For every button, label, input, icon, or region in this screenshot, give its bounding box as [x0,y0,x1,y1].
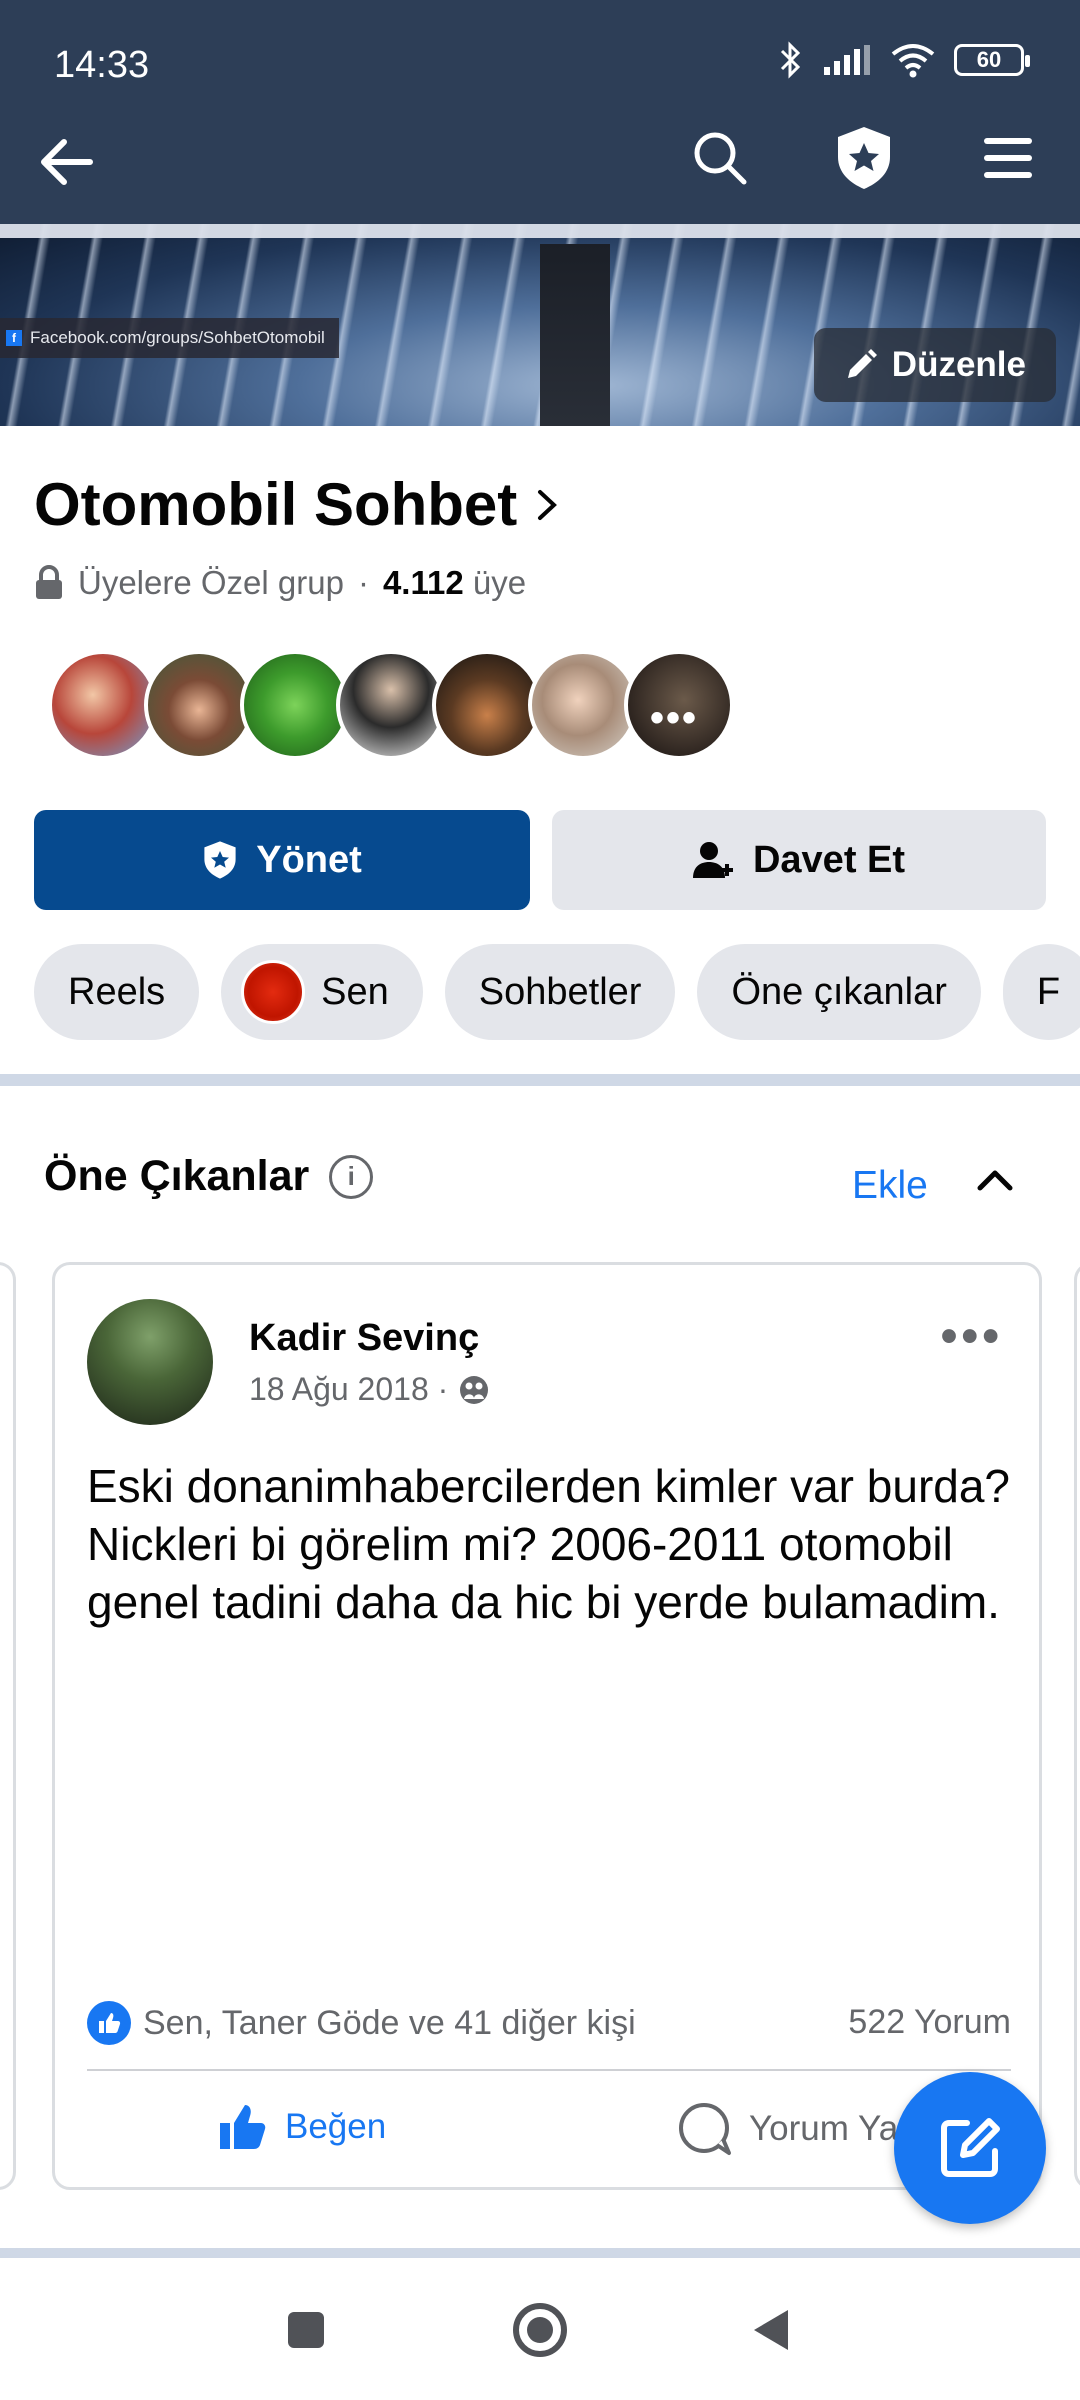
bluetooth-icon [780,41,801,79]
comment-button[interactable]: Yorum Ya [677,2101,898,2157]
next-card-edge[interactable] [1074,1262,1080,2190]
like-badge-icon [87,2001,131,2045]
tab-you[interactable]: Sen [221,944,423,1040]
post-author-name[interactable]: Kadir Sevinç [249,1317,479,1360]
like-button[interactable]: Beğen [215,2101,386,2153]
avatar [48,650,158,760]
admin-tools-button[interactable] [832,126,896,190]
system-navigation-bar [0,2258,1080,2400]
square-icon [288,2312,324,2348]
avatar [528,650,638,760]
group-meta: Üyelere Özel grup · 4.112 üye [34,564,526,602]
manage-button[interactable]: Yönet [34,810,530,910]
comment-icon [679,2103,731,2155]
recent-apps-button[interactable] [282,2306,330,2354]
chevron-right-icon [538,489,558,520]
post-date: 18 Ağu 2018 · [249,1371,490,1408]
more-options-icon[interactable]: ••• [941,1309,1003,1364]
edit-cover-label: Düzenle [891,345,1026,384]
facebook-logo-icon: f [6,330,22,346]
signal-icon [824,45,870,75]
post-text: Eski donanimhabercilerden kimler var bur… [87,1460,1011,1628]
highlights-add-button[interactable]: Ekle [852,1164,928,1208]
thumbs-up-icon [220,2105,266,2149]
invite-button[interactable]: Davet Et [552,810,1046,910]
circle-icon [513,2303,567,2357]
collapse-button[interactable] [970,1150,1020,1210]
group-name: Otomobil Sohbet [34,471,518,538]
member-word: üye [472,564,527,601]
meta-separator: · [357,564,369,601]
tab-chats[interactable]: Sohbetler [444,944,676,1040]
triangle-back-icon [754,2310,788,2350]
cover-road-graphic [540,244,610,426]
back-button[interactable] [34,130,98,194]
bottom-divider [0,2248,1080,2258]
tab-label: Reels [68,970,166,1013]
member-count: 4.112 [382,564,464,601]
more-members-avatar: ••• [624,650,734,760]
post-divider [87,2069,1011,2071]
member-avatars[interactable]: ••• [48,650,734,760]
search-button[interactable] [688,126,752,190]
arrow-left-icon [41,139,93,185]
tab-label: Sen [321,970,389,1013]
pencil-icon [847,349,877,378]
tab-reels[interactable]: Reels [34,944,200,1040]
tab-featured[interactable]: Öne çıkanlar [697,944,981,1040]
like-label: Beğen [285,2107,387,2146]
comment-count[interactable]: 522 Yorum [848,2003,1011,2042]
status-icons: 60 [778,40,1030,80]
lock-icon [36,565,62,599]
group-name-link[interactable]: Otomobil Sohbet [34,470,559,539]
invite-label: Davet Et [752,838,906,881]
group-cover-photo: f Facebook.com/groups/SohbetOtomobil Düz… [0,224,1080,426]
profile-avatar [241,960,306,1024]
more-icon: ••• [650,696,699,740]
group-tabs: Reels Sen Sohbetler Öne çıkanlar F [34,944,1080,1040]
edit-cover-button[interactable]: Düzenle [813,328,1056,402]
avatar [336,650,446,760]
manage-label: Yönet [256,838,362,881]
post-reactions[interactable]: Sen, Taner Göde ve 41 diğer kişi [87,2001,636,2045]
group-privacy: Üyelere Özel grup [78,564,344,601]
menu-icon [984,138,1032,178]
shield-star-icon [204,841,236,879]
tab-more[interactable]: F [1002,944,1080,1040]
post-date-text: 18 Ağu 2018 · [249,1371,449,1407]
avatar [432,650,542,760]
group-audience-icon [460,1375,489,1404]
system-back-button[interactable] [748,2306,796,2354]
tab-label: F [1036,970,1061,1013]
info-icon[interactable]: i [329,1154,374,1199]
cover-source-text: Facebook.com/groups/SohbetOtomobil [30,328,325,347]
search-icon [694,132,747,185]
highlights-header: Öne Çıkanlar i [44,1152,374,1201]
status-time: 14:33 [54,44,150,86]
home-button[interactable] [508,2298,572,2362]
avatar [240,650,350,760]
avatar [144,650,254,760]
featured-post-card[interactable]: Kadir Sevinç 18 Ağu 2018 · ••• Eski dona… [52,1262,1042,2190]
add-person-icon [692,842,733,878]
highlights-title: Öne Çıkanlar [44,1152,310,1200]
top-app-bar: 14:33 60 [0,0,1080,224]
compose-post-button[interactable] [894,2072,1046,2224]
cover-source-tag: f Facebook.com/groups/SohbetOtomobil [0,318,339,358]
menu-button[interactable] [976,126,1040,190]
top-actions [688,126,1040,190]
wifi-icon [891,44,935,78]
comment-label: Yorum Ya [749,2109,899,2148]
section-divider [0,1074,1080,1086]
edit-icon [941,2118,1000,2177]
chevron-up-icon [977,1170,1013,1191]
shield-star-icon [838,127,890,189]
tab-label: Öne çıkanlar [731,970,947,1013]
previous-card-edge[interactable] [0,1262,16,2190]
reactions-text: Sen, Taner Göde ve 41 diğer kişi [143,2003,636,2042]
battery-indicator: 60 [954,44,1030,76]
post-author-avatar[interactable] [87,1299,213,1425]
tab-label: Sohbetler [478,970,642,1013]
